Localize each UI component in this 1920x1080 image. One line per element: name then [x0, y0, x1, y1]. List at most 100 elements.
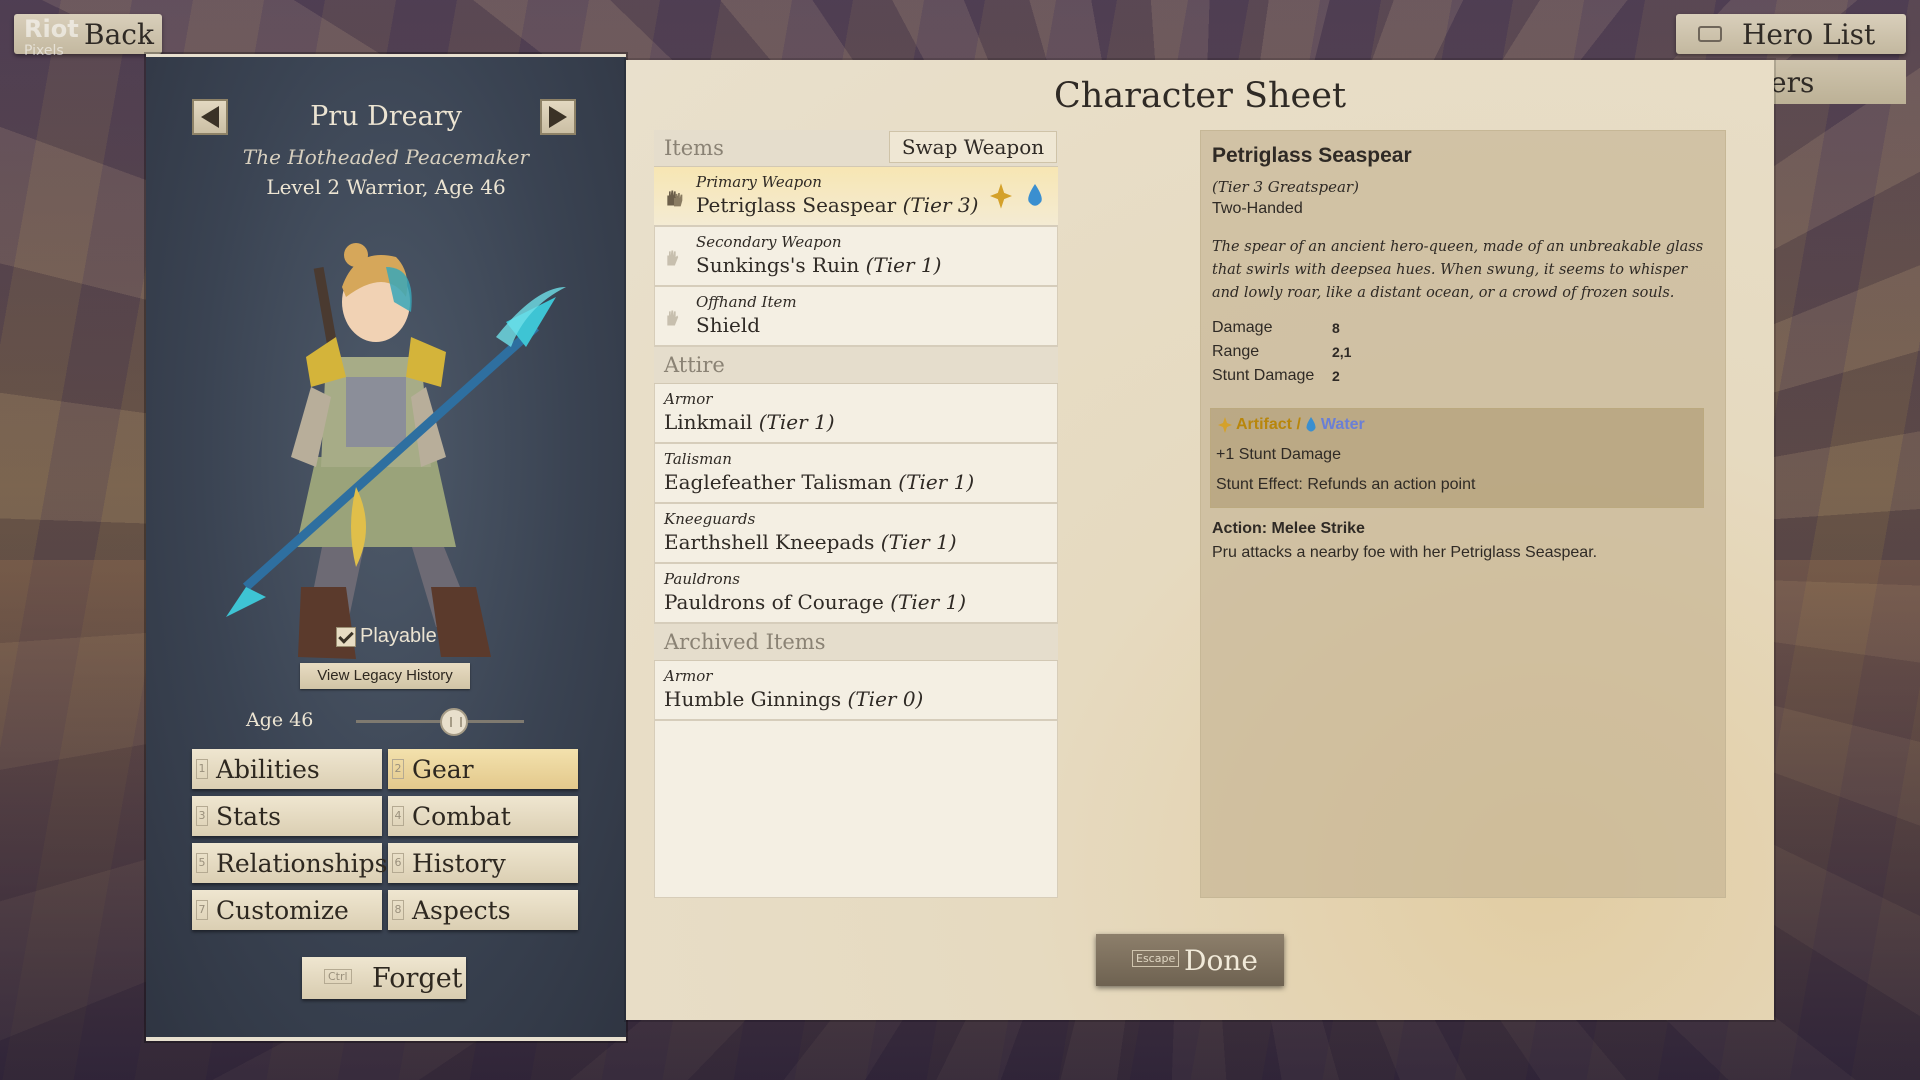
detail-handedness: Two-Handed — [1212, 200, 1303, 217]
tab-customize[interactable]: 7 Customize — [192, 890, 382, 930]
item-tier: (Tier 3) — [902, 193, 979, 217]
item-row[interactable]: Armor Linkmail (Tier 1) — [654, 384, 1058, 444]
item-name-line: Linkmail (Tier 1) — [664, 410, 1058, 434]
hero-list-button[interactable]: Hero List — [1676, 14, 1906, 54]
action-title: Action: Melee Strike — [1212, 520, 1365, 537]
tab-history[interactable]: 6 History — [388, 843, 578, 883]
stat-label: Range — [1212, 343, 1260, 360]
items-panel: Items Swap Weapon Primary Weapon Petrigla… — [654, 130, 1058, 898]
item-tier: (Tier 0) — [847, 687, 924, 711]
tab-aspects[interactable]: 8 Aspects — [388, 890, 578, 930]
item-row[interactable]: Kneeguards Earthshell Kneepads (Tier 1) — [654, 504, 1058, 564]
watermark-logo: Riot Pixels — [24, 15, 80, 59]
item-row[interactable]: Offhand Item Shield — [654, 287, 1058, 347]
character-level: Level 2 Warrior, Age 46 — [266, 175, 506, 199]
item-category: Offhand Item — [696, 293, 797, 311]
tab-abilities[interactable]: 1 Abilities — [192, 749, 382, 789]
tab-label: Aspects — [412, 895, 511, 925]
item-tier: (Tier 1) — [880, 530, 957, 554]
hand-icon — [667, 250, 679, 266]
trait-box: Artifact / Water +1 Stunt Damage Stunt E… — [1210, 408, 1704, 508]
character-name: Pru Dreary — [310, 101, 462, 132]
two-hands-icon — [667, 190, 683, 207]
tab-keybind: 6 — [392, 853, 404, 873]
item-row[interactable]: Secondary Weapon Sunkings's Ruin (Tier 1) — [654, 227, 1058, 287]
stat-value: 2,1 — [1332, 344, 1352, 360]
item-name-line: Eaglefeather Talisman (Tier 1) — [664, 470, 1058, 494]
tab-keybind: 4 — [392, 806, 404, 826]
forget-button[interactable]: Ctrl Forget — [302, 957, 466, 999]
item-name: Humble Ginnings — [664, 687, 842, 711]
water-drop-icon — [1306, 417, 1316, 432]
item-row[interactable]: Talisman Eaglefeather Talisman (Tier 1) — [654, 444, 1058, 504]
tab-label: Gear — [412, 754, 474, 784]
item-name: Shield — [696, 313, 761, 337]
stat-value: 8 — [1332, 320, 1340, 336]
playable-toggle[interactable]: Playable — [336, 625, 437, 648]
watermark-bottom: Pixels — [24, 43, 64, 59]
detail-description: The spear of an ancient hero-queen, made… — [1212, 239, 1704, 301]
character-sheet: Character Sheet Items Swap Weapon Primar… — [626, 60, 1774, 1020]
sparkle-icon — [1218, 417, 1232, 433]
tab-combat[interactable]: 4 Combat — [388, 796, 578, 836]
item-name: Sunkings's Ruin — [696, 253, 860, 277]
playable-label: Playable — [360, 625, 437, 647]
trait-water: Water — [1320, 416, 1365, 433]
age-slider-thumb[interactable] — [440, 708, 468, 736]
keyboard-icon — [1698, 26, 1722, 42]
tab-label: Customize — [216, 895, 349, 925]
watermark-top: Riot — [24, 15, 79, 43]
done-keybind: Escape — [1132, 950, 1180, 967]
item-name: Petriglass Seaspear — [696, 193, 897, 217]
playable-checkbox[interactable] — [336, 626, 356, 647]
attire-header-label: Attire — [664, 353, 725, 377]
item-category: Armor — [664, 390, 713, 408]
item-tier: (Tier 1) — [758, 410, 835, 434]
stat-row: Damage 8 — [1212, 316, 1351, 340]
character-portrait — [226, 243, 566, 659]
partial-button-label: ers — [1770, 65, 1815, 99]
item-name-line: Pauldrons of Courage (Tier 1) — [664, 590, 1058, 614]
detail-stats: Damage 8 Range 2,1 Stunt Damage 2 — [1212, 316, 1351, 388]
item-category: Armor — [664, 667, 713, 685]
tab-relationships[interactable]: 5 Relationships — [192, 843, 387, 883]
item-name: Linkmail — [664, 410, 753, 434]
item-name: Eaglefeather Talisman — [664, 470, 892, 494]
character-panel: Pru Dreary The Hotheaded Peacemaker Leve… — [146, 54, 626, 1041]
item-name: Pauldrons of Courage — [664, 590, 884, 614]
tab-label: Stats — [216, 801, 281, 831]
tab-label: Combat — [412, 801, 511, 831]
trait-artifact: Artifact / — [1236, 416, 1301, 433]
stat-value: 2 — [1332, 368, 1340, 384]
swap-weapon-button[interactable]: Swap Weapon — [890, 132, 1056, 162]
item-name-line: Sunkings's Ruin (Tier 1) — [696, 253, 1058, 277]
stat-label: Stunt Damage — [1212, 367, 1315, 384]
item-row[interactable]: Pauldrons Pauldrons of Courage (Tier 1) — [654, 564, 1058, 624]
stat-row: Range 2,1 — [1212, 340, 1351, 364]
view-legacy-history-button[interactable]: View Legacy History — [300, 663, 470, 689]
hand-icon — [667, 310, 679, 326]
sparkle-icon — [990, 183, 1012, 209]
done-button[interactable]: Escape Done — [1096, 934, 1284, 986]
trait-bonus: +1 Stunt Damage — [1216, 446, 1341, 463]
trait-header: Artifact / Water — [1218, 416, 1365, 434]
item-row[interactable]: Armor Humble Ginnings (Tier 0) — [654, 661, 1058, 721]
item-details-panel: Petriglass Seaspear (Tier 3 Greatspear) … — [1200, 130, 1726, 898]
item-category: Pauldrons — [664, 570, 740, 588]
tab-label: History — [412, 848, 506, 878]
archived-header-label: Archived Items — [664, 630, 826, 654]
tab-keybind: 1 — [196, 759, 208, 779]
tab-keybind: 2 — [392, 759, 404, 779]
item-row[interactable]: Primary Weapon Petriglass Seaspear (Tier … — [654, 167, 1058, 227]
tab-label: Abilities — [216, 754, 320, 784]
tab-keybind: 7 — [196, 900, 208, 920]
tab-stats[interactable]: 3 Stats — [192, 796, 382, 836]
item-trait-icons — [990, 183, 1044, 209]
tab-gear[interactable]: 2 Gear — [388, 749, 578, 789]
archived-section-header: Archived Items — [654, 624, 1058, 661]
trait-stunt-effect: Stunt Effect: Refunds an action point — [1216, 476, 1476, 493]
partial-button[interactable]: ers — [1760, 60, 1906, 104]
stat-label: Damage — [1212, 319, 1273, 336]
tab-keybind: 5 — [196, 853, 208, 873]
item-category: Talisman — [664, 450, 732, 468]
